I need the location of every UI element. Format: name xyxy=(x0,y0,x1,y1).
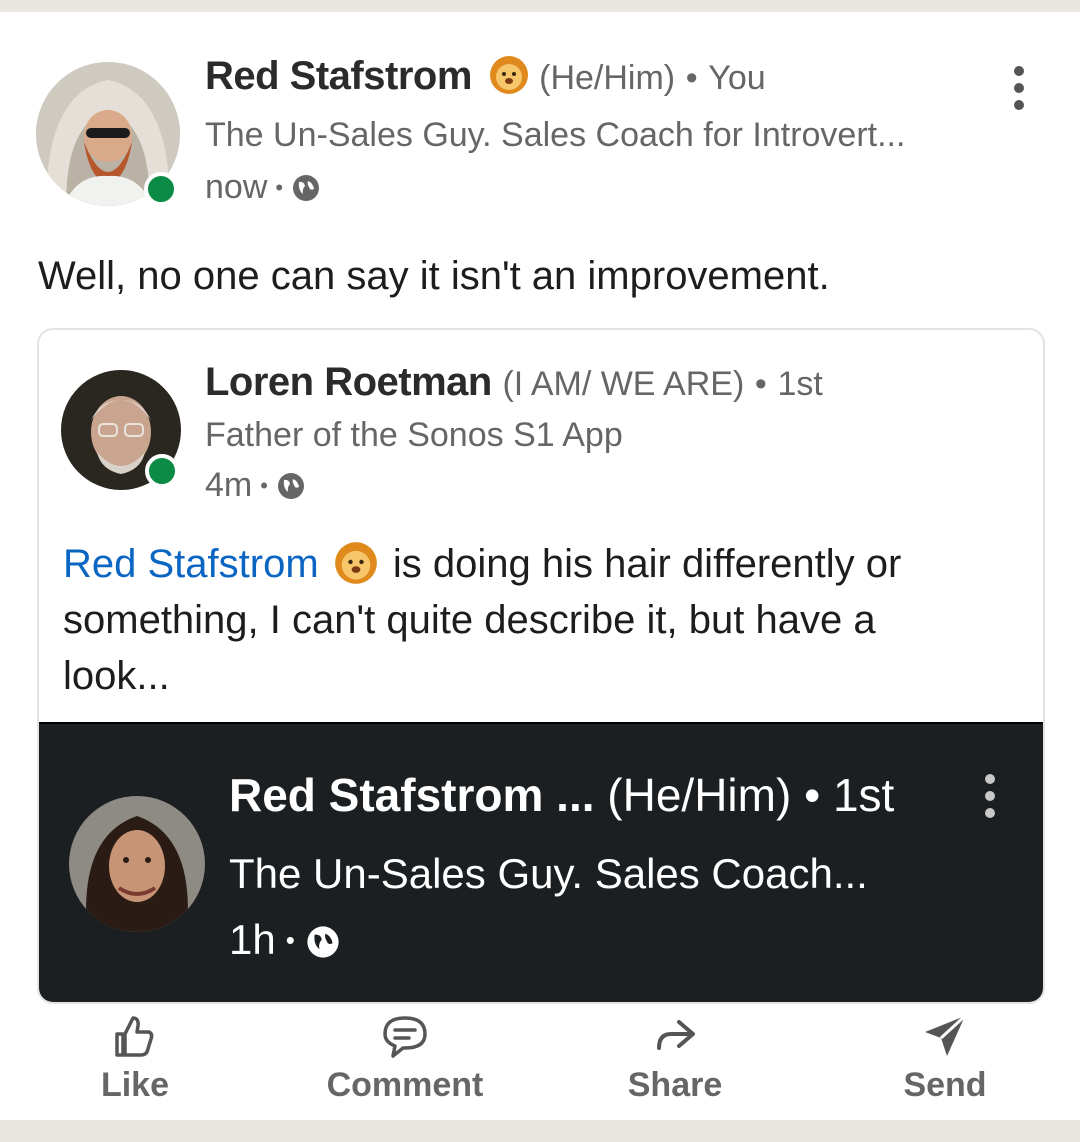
separator-dot: • xyxy=(260,472,268,498)
online-status-dot xyxy=(144,172,178,206)
shared-post-time: 4m xyxy=(205,466,253,504)
comment-label: Comment xyxy=(326,1066,484,1104)
comment-icon xyxy=(383,1016,427,1058)
feed-post-card: Red Stafstrom (He/Him) • You The Un-Sale… xyxy=(0,12,1080,1120)
like-button[interactable]: Like xyxy=(35,1012,235,1105)
globe-icon xyxy=(276,471,306,501)
comment-button[interactable]: Comment xyxy=(305,1012,505,1105)
post-timestamp: now • xyxy=(205,168,321,207)
shared-author-name-line[interactable]: Loren Roetman (I AM/ WE ARE) • 1st xyxy=(205,360,823,405)
embedded-more-options-icon xyxy=(985,774,997,818)
lion-emoji-icon xyxy=(489,55,529,95)
post-commentary: Well, no one can say it isn't an improve… xyxy=(38,254,830,298)
author-relationship: You xyxy=(708,59,766,97)
send-button[interactable]: Send xyxy=(845,1012,1045,1105)
embedded-author-headline: The Un-Sales Guy. Sales Coach... xyxy=(229,850,868,897)
shared-post-timestamp: 4m • xyxy=(205,466,306,505)
embedded-author-name: Red Stafstrom ... xyxy=(229,769,595,821)
globe-icon xyxy=(305,922,341,958)
globe-icon xyxy=(291,173,321,203)
shared-post[interactable]: Loren Roetman (I AM/ WE ARE) • 1st Fathe… xyxy=(37,328,1045,1004)
shared-author-relationship: 1st xyxy=(777,365,823,403)
shared-author-name[interactable]: Loren Roetman xyxy=(205,360,492,404)
shared-author-headline: Father of the Sonos S1 App xyxy=(205,416,623,454)
share-button[interactable]: Share xyxy=(575,1012,775,1105)
author-pronouns: (He/Him) xyxy=(539,59,676,97)
send-label: Send xyxy=(903,1066,987,1104)
share-label: Share xyxy=(627,1066,723,1104)
embedded-author-name-line: Red Stafstrom ... (He/Him) • 1st xyxy=(229,768,894,822)
author-name[interactable]: Red Stafstrom xyxy=(205,54,472,98)
separator-dot: • xyxy=(275,174,284,200)
author-headline: The Un-Sales Guy. Sales Coach for Introv… xyxy=(205,116,906,154)
more-options-button[interactable] xyxy=(1014,66,1026,110)
embedded-author-relationship: 1st xyxy=(832,769,895,821)
separator-dot: • xyxy=(685,59,698,97)
embedded-post-image[interactable]: Red Stafstrom ... (He/Him) • 1st The Un-… xyxy=(39,722,1043,1002)
thumbs-up-icon xyxy=(115,1016,154,1057)
mention-link[interactable]: Red Stafstrom xyxy=(63,542,319,586)
like-label: Like xyxy=(100,1066,170,1104)
embedded-author-avatar xyxy=(69,796,205,932)
share-arrow-icon xyxy=(657,1020,695,1050)
shared-post-text: Red Stafstrom is doing his hair differen… xyxy=(63,536,983,704)
author-name-line[interactable]: Red Stafstrom (He/Him) • You xyxy=(205,54,766,99)
separator-dot: • xyxy=(285,924,295,955)
separator-dot: • xyxy=(804,769,821,821)
post-action-bar: Like Comment Share Send xyxy=(0,1012,1080,1120)
send-icon xyxy=(925,1014,967,1056)
embedded-post-timestamp: 1h • xyxy=(229,916,341,964)
shared-author-tagline: (I AM/ WE ARE) xyxy=(502,365,745,403)
embedded-post-time: 1h xyxy=(229,916,276,963)
separator-dot: • xyxy=(754,365,767,403)
lion-emoji-icon xyxy=(334,541,378,585)
embedded-author-pronouns: (He/Him) xyxy=(607,769,792,821)
post-time: now xyxy=(205,168,268,206)
online-status-dot xyxy=(145,454,179,488)
